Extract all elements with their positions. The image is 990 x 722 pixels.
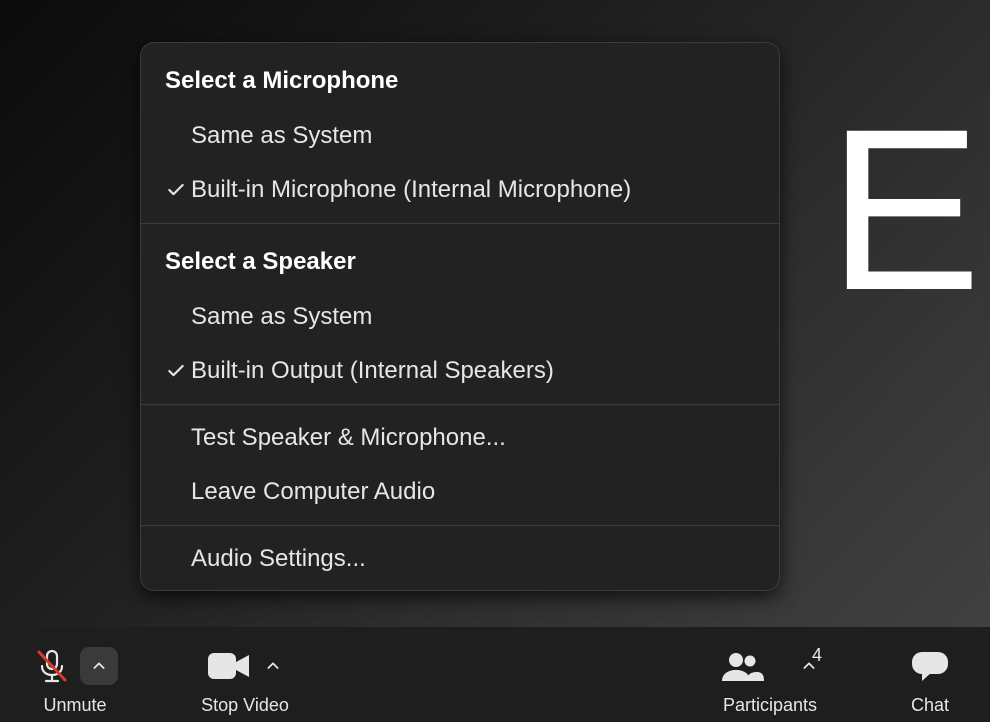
menu-item-label: Test Speaker & Microphone... [191,424,755,452]
check-icon [161,361,191,381]
toolbar-button-label: Stop Video [201,695,289,716]
microphone-muted-icon [32,646,72,686]
stop-video-button[interactable]: Stop Video [150,627,340,722]
participants-icon [719,649,765,683]
spk-option-same-as-system[interactable]: Same as System [141,290,779,344]
chevron-up-icon [91,658,107,674]
chat-button[interactable]: Chat [870,627,990,722]
video-options-caret[interactable] [261,647,285,685]
menu-item-label: Same as System [191,122,755,150]
chevron-up-icon [265,658,281,674]
leave-computer-audio[interactable]: Leave Computer Audio [141,465,779,519]
menu-divider [141,223,779,224]
mic-section-header: Select a Microphone [141,49,779,109]
participants-count: 4 [812,645,822,666]
speaker-section-header: Select a Speaker [141,230,779,290]
menu-divider [141,525,779,526]
audio-options-menu: Select a Microphone Same as System Built… [140,42,780,591]
chat-icon [908,648,952,684]
unmute-button[interactable]: Unmute [0,627,150,722]
mic-option-built-in[interactable]: Built-in Microphone (Internal Microphone… [141,163,779,217]
menu-divider [141,404,779,405]
audio-options-caret[interactable] [80,647,118,685]
meeting-stage: Er Select a Microphone Same as System Bu… [0,0,990,722]
menu-item-label: Leave Computer Audio [191,478,755,506]
mic-option-same-as-system[interactable]: Same as System [141,109,779,163]
menu-item-label: Audio Settings... [191,545,755,573]
menu-item-label: Built-in Output (Internal Speakers) [191,357,755,385]
spk-option-built-in[interactable]: Built-in Output (Internal Speakers) [141,344,779,398]
toolbar-button-label: Chat [911,695,949,716]
participant-initials: Er [828,95,990,325]
test-speaker-mic[interactable]: Test Speaker & Microphone... [141,411,779,465]
video-icon [205,649,253,683]
participants-button[interactable]: 4 Participants [670,627,870,722]
toolbar-button-label: Unmute [43,695,106,716]
check-icon [161,180,191,200]
meeting-toolbar: Unmute Stop Video [0,627,990,722]
menu-item-label: Built-in Microphone (Internal Microphone… [191,176,755,204]
toolbar-button-label: Participants [723,695,817,716]
audio-settings[interactable]: Audio Settings... [141,532,779,586]
menu-item-label: Same as System [191,303,755,331]
